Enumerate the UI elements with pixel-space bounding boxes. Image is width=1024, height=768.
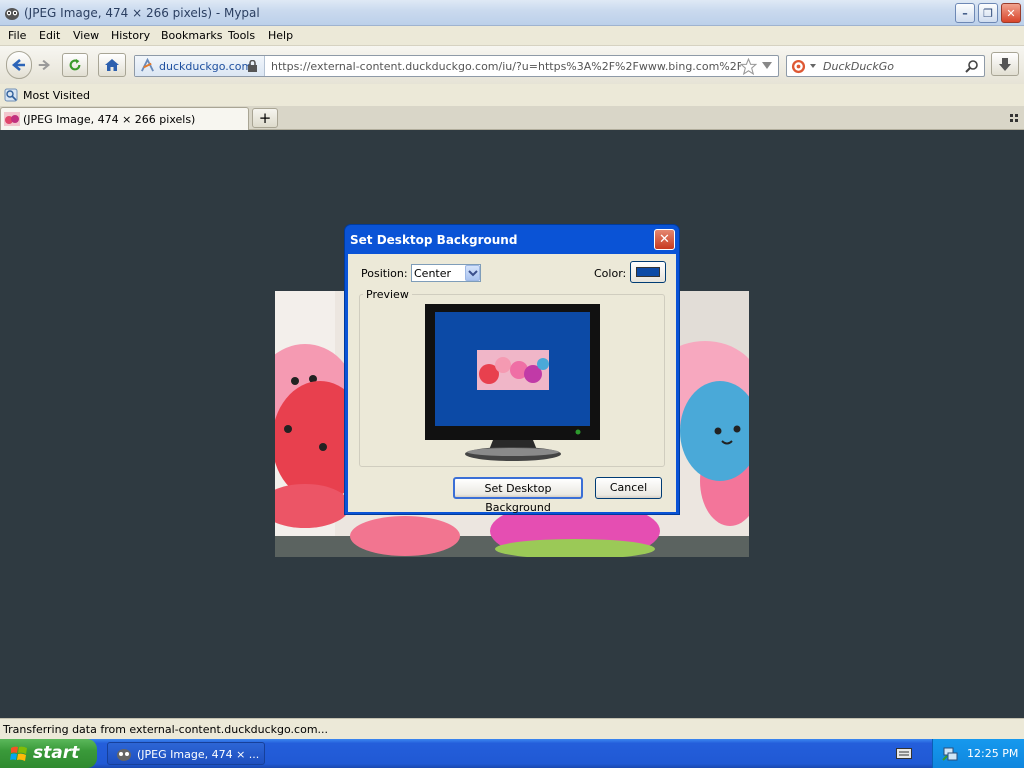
position-select-value: Center	[414, 267, 452, 280]
color-swatch	[636, 267, 660, 277]
system-tray: 12:25 PM	[932, 739, 1024, 768]
set-desktop-background-button[interactable]: Set Desktop Background	[453, 477, 583, 514]
position-select[interactable]: Center	[411, 264, 481, 282]
home-button[interactable]	[98, 53, 126, 77]
home-icon	[105, 59, 119, 71]
menu-edit[interactable]: Edit	[39, 29, 60, 42]
start-label: start	[33, 743, 80, 763]
download-arrow-icon	[999, 57, 1011, 71]
clock[interactable]: 12:25 PM	[967, 747, 1018, 760]
most-visited-icon	[4, 88, 18, 102]
downloads-button[interactable]	[991, 52, 1019, 76]
menu-view[interactable]: View	[73, 29, 99, 42]
taskbar-window-item[interactable]: (JPEG Image, 474 × ...	[107, 742, 265, 765]
forward-arrow-icon	[38, 59, 51, 71]
menu-bookmarks[interactable]: Bookmarks	[161, 29, 222, 42]
monitor-preview	[425, 304, 600, 461]
menu-bar: File Edit View History Bookmarks Tools H…	[0, 26, 1024, 46]
dialog-close-button[interactable]: ✕	[654, 229, 675, 250]
cancel-button[interactable]: Cancel	[595, 477, 662, 499]
back-arrow-icon	[11, 59, 25, 71]
taskbar: start (JPEG Image, 474 × ... 12:25 PM	[0, 739, 1024, 768]
windows-logo-icon	[10, 746, 27, 761]
back-button[interactable]	[6, 51, 32, 79]
dialog-body: Position: Center Color: Preview Set Desk…	[348, 254, 676, 514]
reload-icon	[69, 58, 81, 71]
menu-history[interactable]: History	[111, 29, 150, 42]
search-icon[interactable]	[965, 59, 979, 73]
chevron-down-icon	[468, 270, 478, 277]
url-bar[interactable]: duckduckgo.com https://external-content.…	[134, 55, 779, 77]
image-tab-favicon-icon	[4, 112, 20, 126]
keyboard-icon[interactable]	[896, 748, 912, 759]
position-label: Position:	[361, 267, 408, 280]
restore-button[interactable]: ❐	[978, 3, 998, 23]
network-icon[interactable]	[942, 745, 958, 761]
status-bar: Transferring data from external-content.…	[0, 718, 1024, 739]
menu-tools[interactable]: Tools	[228, 29, 255, 42]
close-icon: ✕	[659, 232, 670, 247]
close-window-button[interactable]: ✕	[1001, 3, 1021, 23]
bookmark-star-icon[interactable]	[740, 58, 757, 75]
url-text[interactable]: https://external-content.duckduckgo.com/…	[271, 60, 741, 73]
most-visited-bookmark[interactable]: Most Visited	[2, 86, 90, 104]
menu-help[interactable]: Help	[268, 29, 293, 42]
dialog-title: Set Desktop Background	[350, 233, 518, 247]
lock-icon	[248, 60, 257, 72]
tab-groups-icon[interactable]	[1010, 114, 1018, 122]
new-tab-button[interactable]: +	[252, 108, 278, 128]
most-visited-label: Most Visited	[23, 89, 90, 102]
minimize-icon: –	[962, 6, 968, 20]
reload-button[interactable]	[62, 53, 88, 77]
title-bar: (JPEG Image, 474 × 266 pixels) - Mypal –…	[0, 0, 1024, 26]
site-favicon-icon	[141, 58, 154, 72]
site-identity-box[interactable]: duckduckgo.com	[135, 56, 265, 76]
color-picker-button[interactable]	[630, 261, 666, 283]
search-placeholder: DuckDuckGo	[823, 60, 894, 73]
preview-label: Preview	[363, 288, 412, 301]
url-dropdown-icon[interactable]	[762, 62, 772, 70]
tab-bar: (JPEG Image, 474 × 266 pixels) +	[0, 106, 1024, 130]
close-icon: ✕	[1006, 6, 1016, 20]
mypal-app-icon	[5, 8, 19, 20]
start-button[interactable]: start	[0, 739, 97, 768]
tab-label: (JPEG Image, 474 × 266 pixels)	[23, 113, 196, 126]
engine-dropdown-icon[interactable]	[810, 64, 816, 68]
tab-jpeg-image[interactable]: (JPEG Image, 474 × 266 pixels)	[0, 107, 249, 130]
status-text: Transferring data from external-content.…	[3, 723, 329, 736]
position-dropdown-button[interactable]	[465, 265, 480, 281]
restore-icon: ❐	[983, 6, 993, 20]
set-desktop-background-dialog: Set Desktop Background ✕ Position: Cente…	[344, 224, 680, 515]
plus-icon: +	[258, 109, 272, 127]
search-bar[interactable]: DuckDuckGo	[786, 55, 985, 77]
bookmarks-toolbar: Most Visited	[0, 84, 1024, 106]
menu-file[interactable]: File	[8, 29, 26, 42]
forward-button[interactable]	[33, 53, 55, 77]
taskbar-window-label: (JPEG Image, 474 × ...	[137, 748, 260, 761]
color-label: Color:	[594, 267, 627, 280]
duckduckgo-engine-icon[interactable]	[791, 59, 806, 74]
site-identity-label: duckduckgo.com	[159, 60, 253, 73]
mypal-taskbar-icon	[117, 749, 131, 761]
navigation-toolbar: duckduckgo.com https://external-content.…	[0, 46, 1024, 84]
minimize-button[interactable]: –	[955, 3, 975, 23]
window-title: (JPEG Image, 474 × 266 pixels) - Mypal	[24, 6, 260, 20]
